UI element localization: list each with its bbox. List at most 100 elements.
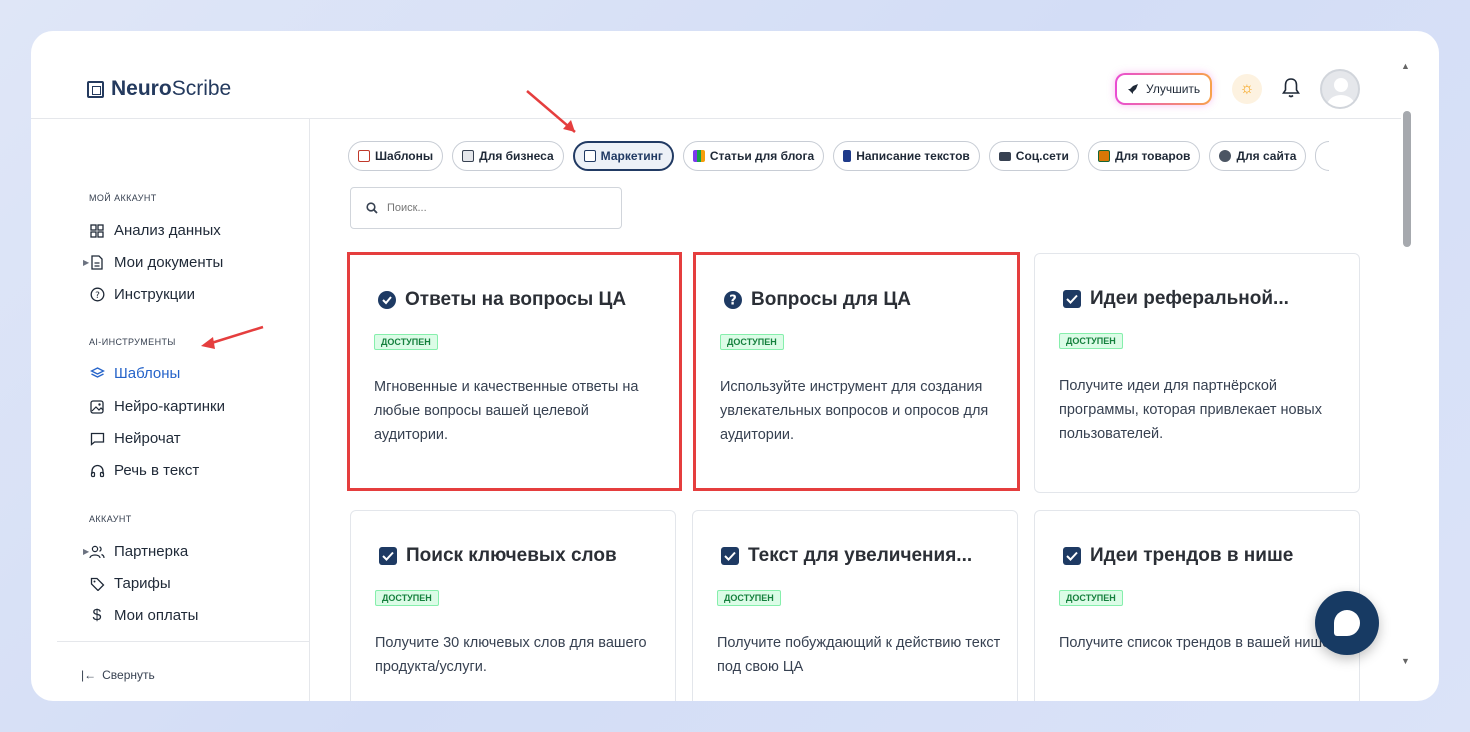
status-badge: ДОСТУПЕН — [717, 590, 781, 606]
tab-templates[interactable]: Шаблоны — [348, 141, 444, 171]
card-description: Получите побуждающий к действию текст по… — [717, 635, 1001, 675]
status-badge: ДОСТУПЕН — [720, 334, 784, 350]
status-badge: ДОСТУПЕН — [1059, 333, 1123, 349]
sidebar-item-label: Нейро-картинки — [114, 398, 225, 415]
tab-label: Шаблоны — [375, 149, 434, 163]
mask-icon — [1219, 150, 1232, 162]
logo-icon — [87, 80, 104, 98]
bell-icon[interactable] — [1281, 77, 1301, 99]
rocket-icon — [1128, 84, 1138, 94]
sidebar-item-speech[interactable]: Речь в текст — [89, 462, 199, 479]
card-title-text: Идеи трендов в нише — [1090, 545, 1294, 566]
tag-icon — [89, 576, 105, 592]
template-card[interactable]: Идеи трендов в нише ДОСТУПЕН Получите сп… — [1034, 510, 1360, 701]
tab-marketing[interactable]: Маркетинг — [572, 141, 674, 171]
card-description: Получите список трендов в вашей нише — [1059, 635, 1331, 651]
logo[interactable]: NeuroScribe — [87, 77, 231, 101]
sidebar-item-documents[interactable]: ▶ Мои документы — [83, 254, 223, 271]
template-card[interactable]: Идеи реферальной... ДОСТУПЕН Получите ид… — [1034, 253, 1360, 493]
checkbox-icon — [358, 150, 370, 162]
tab-overflow[interactable] — [1315, 141, 1330, 171]
sidebar-item-partners[interactable]: ▶ Партнерка — [83, 543, 189, 560]
calendar-icon — [462, 150, 475, 162]
card-title: Поиск ключевых слов — [378, 545, 617, 567]
sidebar-item-images[interactable]: Нейро-картинки — [89, 398, 225, 415]
tab-products[interactable]: Для товаров — [1087, 141, 1201, 171]
laptop-icon — [998, 151, 1011, 161]
collapse-left-icon: |← — [81, 668, 97, 682]
tab-website[interactable]: Для сайта — [1209, 141, 1307, 171]
sidebar-item-label: Анализ данных — [114, 222, 221, 239]
sidebar-item-label: Шаблоны — [114, 365, 181, 382]
users-icon — [89, 544, 105, 560]
document-icon — [89, 255, 105, 271]
template-card[interactable]: ? Вопросы для ЦА ДОСТУПЕН Используйте ин… — [693, 252, 1020, 491]
caret-right-icon[interactable]: ▶ — [83, 547, 89, 556]
search-icon — [366, 202, 378, 214]
card-description: Получите 30 ключевых слов для вашего про… — [375, 635, 647, 675]
card-description: Мгновенные и качественные ответы на любы… — [374, 379, 639, 443]
app-window: NeuroScribe Улучшить ☼ МОЙ АККАУНТ Анали… — [31, 31, 1439, 701]
section-title-ai-tools: AI-ИНСТРУМЕНТЫ — [89, 337, 176, 347]
collapse-sidebar-button[interactable]: |← Свернуть — [81, 668, 155, 682]
tab-label: Маркетинг — [600, 149, 663, 163]
search-box[interactable] — [350, 187, 622, 229]
sidebar-item-payments[interactable]: $ Мои оплаты — [89, 607, 199, 625]
checkbox-checked-icon — [1063, 547, 1081, 565]
template-card[interactable]: Поиск ключевых слов ДОСТУПЕН Получите 30… — [350, 510, 676, 701]
svg-text:?: ? — [95, 291, 100, 301]
card-title-text: Ответы на вопросы ЦА — [405, 289, 627, 310]
card-title-text: Идеи реферальной... — [1090, 288, 1289, 309]
scroll-down-arrow-icon[interactable]: ▼ — [1401, 656, 1410, 666]
tab-label: Статьи для блога — [709, 149, 815, 163]
card-description: Используйте инструмент для создания увле… — [720, 379, 989, 443]
sidebar-divider — [57, 641, 310, 642]
card-title-text: Текст для увеличения... — [748, 545, 973, 566]
sidebar-item-analytics[interactable]: Анализ данных — [89, 222, 221, 239]
tab-business[interactable]: Для бизнеса — [452, 141, 564, 171]
chat-support-button[interactable] — [1315, 591, 1379, 655]
tab-blog-articles[interactable]: Статьи для блога — [682, 141, 825, 171]
card-title: Идеи трендов в нише — [1062, 545, 1293, 567]
status-badge: ДОСТУПЕН — [374, 334, 438, 350]
check-circle-icon — [378, 291, 396, 309]
card-title: Идеи реферальной... — [1062, 288, 1289, 310]
template-card[interactable]: Текст для увеличения... ДОСТУПЕН Получит… — [692, 510, 1018, 701]
sidebar-item-label: Речь в текст — [114, 462, 200, 479]
theme-toggle-sun-icon[interactable]: ☼ — [1232, 74, 1262, 104]
card-title: Ответы на вопросы ЦА — [377, 289, 626, 311]
checkbox-checked-icon — [379, 547, 397, 565]
caret-right-icon[interactable]: ▶ — [83, 258, 89, 267]
sidebar-item-label: Нейрочат — [114, 430, 181, 447]
sidebar-item-templates[interactable]: Шаблоны — [89, 365, 180, 382]
sidebar-item-label: Партнерка — [114, 543, 189, 560]
ledger-icon — [1097, 150, 1110, 162]
phone-icon — [843, 150, 852, 162]
template-card[interactable]: Ответы на вопросы ЦА ДОСТУПЕН Мгновенные… — [347, 252, 682, 491]
grid-icon — [89, 223, 105, 239]
sidebar-item-tariffs[interactable]: Тарифы — [89, 575, 171, 592]
scroll-up-arrow-icon[interactable]: ▲ — [1401, 61, 1410, 71]
sidebar-item-label: Инструкции — [114, 286, 196, 303]
sidebar-item-label: Мои оплаты — [114, 607, 199, 624]
collapse-label: Свернуть — [102, 668, 155, 682]
category-tabs: Шаблоны Для бизнеса Маркетинг Статьи для… — [348, 141, 1330, 173]
tab-copywriting[interactable]: Написание текстов — [833, 141, 980, 171]
sidebar-item-chat[interactable]: Нейрочат — [89, 430, 181, 447]
avatar[interactable] — [1320, 69, 1360, 109]
search-input[interactable] — [387, 202, 587, 214]
sidebar-item-label: Тарифы — [114, 575, 171, 592]
tab-social[interactable]: Соц.сети — [988, 141, 1079, 171]
scrollbar-thumb[interactable] — [1403, 111, 1411, 247]
sidebar-item-instructions[interactable]: ? Инструкции — [89, 286, 195, 303]
upgrade-button[interactable]: Улучшить — [1115, 73, 1212, 105]
sidebar: МОЙ АККАУНТ Анализ данных ▶ Мои документ… — [57, 119, 310, 701]
tab-label: Для бизнеса — [479, 149, 554, 163]
status-badge: ДОСТУПЕН — [1059, 590, 1123, 606]
checkbox-checked-icon — [721, 547, 739, 565]
layers-icon — [89, 366, 105, 382]
chat-bubble-icon — [1334, 610, 1360, 636]
logo-bold: Neuro — [111, 77, 172, 100]
svg-text:?: ? — [729, 294, 737, 309]
section-title-account: АККАУНТ — [89, 514, 132, 524]
